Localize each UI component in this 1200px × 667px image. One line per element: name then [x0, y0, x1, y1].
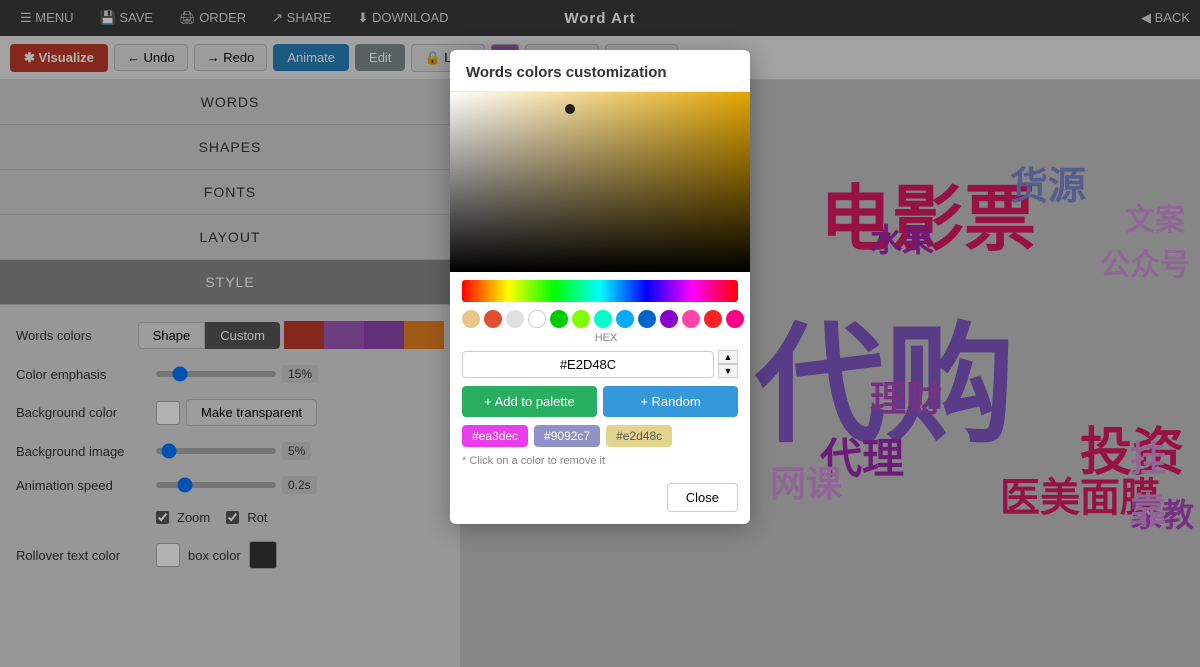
- preset-dot-blue1[interactable]: [616, 310, 634, 328]
- preset-dot-magenta[interactable]: [726, 310, 744, 328]
- random-button[interactable]: + Random: [603, 386, 738, 417]
- modal-title: Words colors customization: [450, 50, 750, 92]
- preset-dot-tan[interactable]: [462, 310, 480, 328]
- saved-colors: #ea3dec #9092c7 #e2d48c: [462, 425, 738, 447]
- hex-input-row: ▲ ▼: [462, 350, 738, 378]
- hex-label: HEX: [462, 332, 750, 344]
- saved-color-2[interactable]: #e2d48c: [606, 425, 672, 447]
- saved-color-1[interactable]: #9092c7: [534, 425, 600, 447]
- preset-dot-pink[interactable]: [682, 310, 700, 328]
- color-customization-modal: Words colors customization HEX: [450, 50, 750, 524]
- preset-dot-teal[interactable]: [594, 310, 612, 328]
- preset-dot-red[interactable]: [484, 310, 502, 328]
- preset-dot-violet[interactable]: [660, 310, 678, 328]
- preset-dot-white[interactable]: [528, 310, 546, 328]
- palette-row: + Add to palette + Random: [462, 386, 738, 417]
- saved-color-0[interactable]: #ea3dec: [462, 425, 528, 447]
- hex-arrows: ▲ ▼: [718, 350, 738, 378]
- preset-dot-green1[interactable]: [550, 310, 568, 328]
- modal-overlay: Words colors customization HEX: [0, 0, 1200, 667]
- add-to-palette-button[interactable]: + Add to palette: [462, 386, 597, 417]
- preset-dot-red2[interactable]: [704, 310, 722, 328]
- modal-footer: Close: [450, 475, 750, 524]
- preset-colors-row: [462, 310, 738, 328]
- click-hint: * Click on a color to remove it: [462, 455, 738, 467]
- color-picker-dot: [565, 104, 575, 114]
- hue-bar[interactable]: [462, 280, 738, 302]
- preset-dot-green2[interactable]: [572, 310, 590, 328]
- hex-down-arrow[interactable]: ▼: [718, 364, 738, 378]
- preset-dot-gray[interactable]: [506, 310, 524, 328]
- hex-up-arrow[interactable]: ▲: [718, 350, 738, 364]
- close-button[interactable]: Close: [667, 483, 738, 512]
- color-gradient-picker[interactable]: [450, 92, 750, 272]
- preset-dot-blue2[interactable]: [638, 310, 656, 328]
- hex-input[interactable]: [462, 351, 714, 378]
